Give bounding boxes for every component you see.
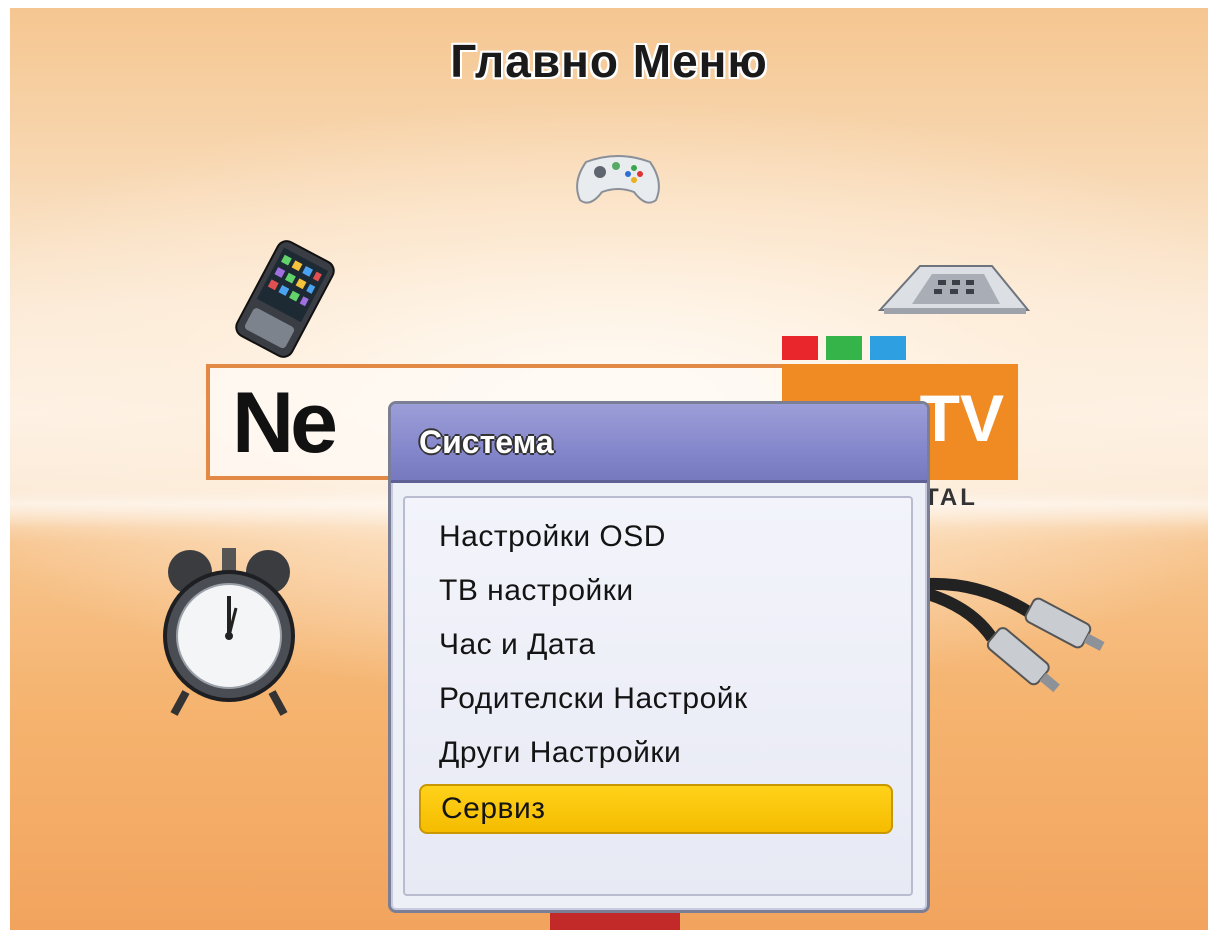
brand-logo-text: Ne	[232, 375, 338, 471]
desk-phone-icon[interactable]	[872, 258, 1036, 318]
menu-item-osd-settings[interactable]: Настройки OSD	[405, 510, 911, 564]
green-square	[826, 336, 862, 360]
menu-item-parental-settings[interactable]: Родителски Настройк	[405, 672, 911, 726]
tv-screen: Главно Меню Ne TV TAL Система Настройки …	[10, 8, 1208, 930]
menu-item-other-settings[interactable]: Други Настройки	[405, 726, 911, 780]
dialog-header: Система	[391, 404, 927, 483]
mobile-phone-icon[interactable]	[220, 240, 350, 358]
menu-item-tv-settings[interactable]: ТВ настройки	[405, 564, 911, 618]
brand-logo-tv: TV	[919, 381, 1004, 455]
menu-list: Настройки OSD ТВ настройки Час и Дата Ро…	[405, 510, 911, 834]
color-squares	[782, 336, 906, 360]
menu-item-service[interactable]: Сервиз	[419, 784, 893, 834]
system-menu-dialog: Система Настройки OSD ТВ настройки Час и…	[388, 401, 930, 913]
red-square	[782, 336, 818, 360]
menu-item-time-date[interactable]: Час и Дата	[405, 618, 911, 672]
blue-square	[870, 336, 906, 360]
gamepad-icon[interactable]	[572, 148, 664, 210]
alarm-clock-icon[interactable]	[154, 538, 304, 718]
rca-cable-icon[interactable]	[922, 568, 1122, 698]
dialog-title: Система	[419, 424, 554, 460]
brand-logo-tagline: TAL	[924, 484, 978, 511]
dialog-body: Настройки OSD ТВ настройки Час и Дата Ро…	[403, 496, 913, 896]
page-title: Главно Меню	[450, 35, 768, 87]
